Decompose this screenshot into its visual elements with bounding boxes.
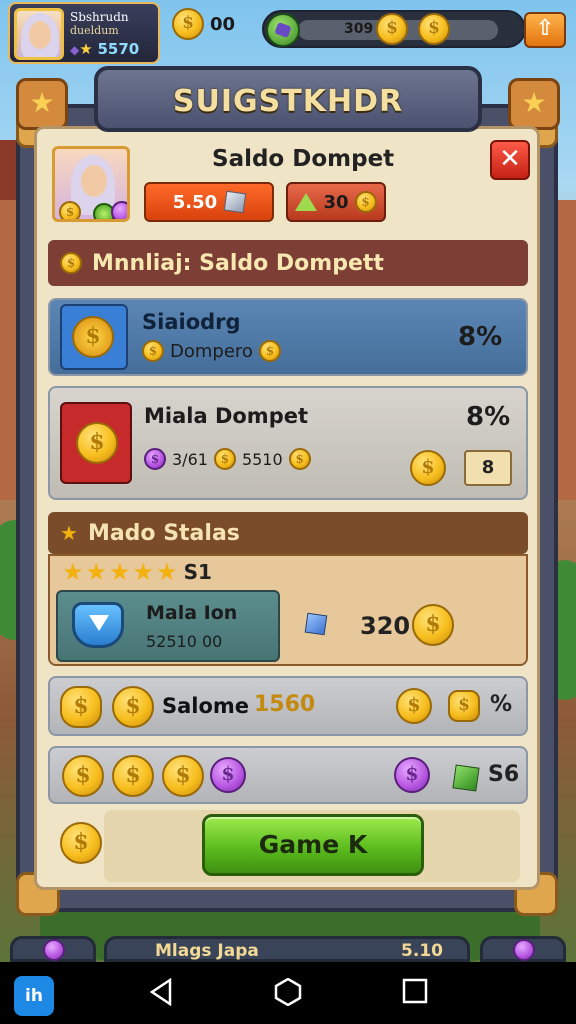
quest-title: Mala Ion [146,602,238,624]
player-name: Sbshrudn dueldum [70,10,129,37]
close-icon: ✕ [499,144,521,174]
star-rating: ★ ★ ★ ★ ★ S1 [62,558,212,586]
quest-card[interactable]: Mala Ion 52510 00 [56,590,280,662]
salome-value: 1560 [254,692,316,717]
coin-emblem-icon: $ [60,304,128,370]
row-percentage: 8% [458,322,503,352]
hud-progress-bar[interactable]: 309 $ $ [262,10,526,48]
salome-row[interactable]: $ $ Salome 1560 $ $ % [48,676,528,736]
gold-coin-icon: $ [410,450,446,486]
row-title: Miala Dompet [144,404,309,428]
purple-gem-icon [513,939,535,961]
gold-coin-icon: $ [162,755,204,797]
bottom-card-right[interactable] [480,936,566,962]
section-heading: Mado Stalas [87,520,240,546]
gold-coin-icon: $ [60,822,102,864]
gems-value: 30 [323,191,349,213]
salome-label: Salome [162,694,250,718]
back-icon[interactable] [148,978,174,1006]
green-gem-icon [266,13,300,47]
purple-gem-icon: $ [144,448,166,470]
hud-coin-value: 00 [210,13,236,35]
balance-button[interactable]: 5.50 [144,182,274,222]
purple-gem-icon [43,939,65,961]
star-icon: ★ [16,78,68,130]
gold-coin-icon: $ [288,448,311,470]
gold-coin-icon: $ [59,201,81,219]
hud-coin-counter[interactable]: $ 00 [172,6,248,42]
app-shortcut-icon[interactable]: ih [14,976,54,1016]
quest-reward-value: 320 [360,612,411,640]
coins-right-value: S6 [488,762,520,787]
gem-icon: ◆ [70,43,80,57]
wallet-row-1[interactable]: $ Siaiodrg $ Dompero $ 8% [48,298,528,376]
dialog-title: SUIGSTKHDR [172,84,404,119]
game-k-button[interactable]: Game K [202,814,424,876]
player-profile[interactable]: Sbshrudn dueldum ◆★ 5570 [8,2,160,64]
recents-icon[interactable] [402,978,428,1004]
bottom-card-middle[interactable]: Mlags Japa 5.10 [104,936,470,962]
row-percentage: 8% [466,402,511,432]
star-icon: ★ [60,521,78,545]
gold-coin-icon: $ [396,688,432,724]
quest-subtitle: 52510 00 [146,632,223,651]
star-icon: ★ [508,78,560,130]
wallet-row-2[interactable]: $ Miala Dompet $ 3/61 $ 5510 $ 8% $ 8 [48,386,528,500]
gold-coin-icon: $ [418,13,450,45]
row-action-button[interactable]: 8 [464,450,512,486]
gold-coin-icon: $ [60,252,82,274]
section-heading: Mnnliaj: Saldo Dompett [92,250,384,276]
purple-coin-icon: $ [394,757,430,793]
purple-gem-icon [111,201,127,219]
row-title: Siaiodrg [142,310,241,334]
gold-coin-icon: $ [258,340,281,362]
player-avatar [14,8,64,60]
close-button[interactable]: ✕ [490,140,530,180]
gold-coin-icon: $ [172,8,204,40]
coin-stack-icon: $ [60,686,102,728]
home-icon[interactable] [274,978,302,1006]
title-banner: SUIGSTKHDR [94,66,482,132]
player-star-count: ◆★ 5570 [70,40,140,58]
system-nav-bar: ih [0,962,576,1024]
wallet-heading: Saldo Dompet [212,146,395,172]
gold-coin-icon: $ [376,13,408,45]
shield-icon [72,602,124,648]
blue-cube-icon [304,612,328,636]
gem-triangle-icon [295,193,318,211]
gold-coin-icon: $ [142,340,164,362]
row-subtitle: $ Dompero $ [142,340,281,362]
gems-button[interactable]: 30 $ [286,182,386,222]
section-wallet-balance: $ Mnnliaj: Saldo Dompett [48,240,528,286]
salome-right-value: % [490,692,513,717]
cube-icon [223,190,247,214]
gold-coin-icon: $ [62,755,104,797]
coins-row[interactable]: $ $ $ $ $ S6 [48,746,528,804]
section-stars: ★ Mado Stalas [48,512,528,554]
progress-value: 309 [344,21,374,37]
purple-coin-icon: $ [210,757,246,793]
bottom-card-left[interactable] [10,936,96,962]
wallet-avatar: $ [52,146,130,222]
gold-coin-icon: $ [112,755,154,797]
row-subtitle: $ 3/61 $ 5510 $ [144,448,311,470]
green-cube-icon [452,764,480,792]
gold-coin-icon: $ [213,448,236,470]
coin-stack-icon: $ [354,191,377,213]
level-up-arrow-icon[interactable]: ⇧ [524,12,566,48]
bottom-card-label: Mlags Japa [155,941,259,961]
bottom-card-value: 5.10 [401,941,443,961]
balance-value: 5.50 [172,191,218,213]
coin-chest-icon: $ [60,402,132,484]
gold-coin-icon: $ [112,686,154,728]
coin-stack-icon: $ [448,690,480,722]
gold-coin-icon: $ [412,604,454,646]
